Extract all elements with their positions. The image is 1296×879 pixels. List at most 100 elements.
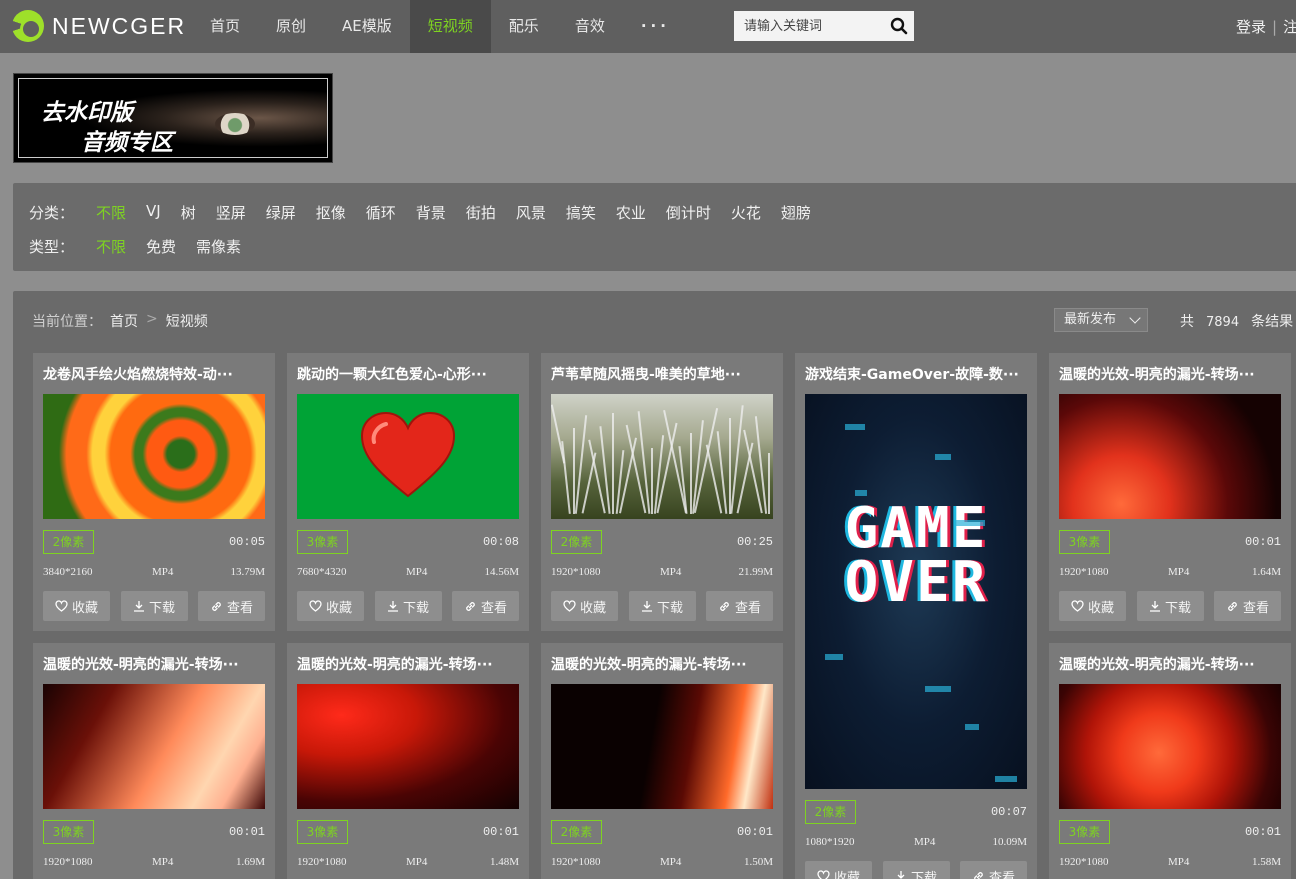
category-option[interactable]: 树 (181, 202, 196, 223)
card-title[interactable]: 龙卷风手绘火焰燃烧特效-动··· (43, 364, 265, 384)
view-button[interactable]: 查看 (198, 591, 265, 621)
type-option[interactable]: 不限 (96, 236, 126, 257)
download-label: 下载 (148, 600, 175, 616)
card-title[interactable]: 温暖的光效-明亮的漏光-转场··· (1059, 654, 1281, 674)
glitch-bar (995, 776, 1017, 782)
category-option[interactable]: 火花 (731, 202, 761, 223)
reed-stroke (619, 437, 638, 514)
pixel-cost-badge: 3像素 (1059, 530, 1110, 554)
video-format: MP4 (660, 856, 682, 868)
video-thumbnail[interactable] (551, 394, 773, 519)
category-option[interactable]: 倒计时 (666, 202, 711, 223)
favorite-button[interactable]: 收藏 (805, 861, 872, 879)
category-option[interactable]: 翅膀 (781, 202, 811, 223)
video-thumbnail[interactable] (1059, 684, 1281, 809)
category-option[interactable]: 循环 (366, 202, 396, 223)
video-thumbnail[interactable] (1059, 394, 1281, 519)
card-title[interactable]: 芦苇草随风摇曳-唯美的草地··· (551, 364, 773, 384)
category-option[interactable]: 竖屏 (216, 202, 246, 223)
video-card[interactable]: 温暖的光效-明亮的漏光-转场··· 3像素 00:01 1920*1080 MP4 1.4… (287, 643, 529, 879)
view-button[interactable]: 查看 (452, 591, 519, 621)
download-button[interactable]: 下载 (1136, 591, 1204, 621)
nav-short-video[interactable]: 短视频 (409, 0, 491, 53)
top-navbar: NEWCGER 首页 原创 AE模版 短视频 配乐 音效 ··· 登录 | 注 (0, 0, 1296, 53)
nav-original[interactable]: 原创 (258, 0, 324, 53)
category-option[interactable]: 农业 (616, 202, 646, 223)
download-button[interactable]: 下载 (882, 861, 950, 879)
category-option[interactable]: 风景 (516, 202, 546, 223)
download-button[interactable]: 下载 (628, 591, 696, 621)
glitch-bar (965, 724, 979, 730)
audio-zone-banner[interactable]: 去水印版 音频专区 (13, 73, 333, 163)
view-button[interactable]: 查看 (1214, 591, 1281, 621)
category-option[interactable]: 街拍 (466, 202, 496, 223)
favorite-button[interactable]: 收藏 (551, 591, 618, 621)
glitch-bar (845, 424, 865, 430)
breadcrumb-current[interactable]: 短视频 (166, 311, 208, 331)
video-thumbnail[interactable]: GAME OVER (805, 394, 1027, 789)
type-option[interactable]: 免费 (146, 236, 176, 257)
video-thumbnail[interactable] (551, 684, 773, 809)
video-card[interactable]: 温暖的光效-明亮的漏光-转场··· 3像素 00:01 1920*1080 MP4 1.6… (33, 643, 275, 879)
card-title[interactable]: 温暖的光效-明亮的漏光-转场··· (43, 654, 265, 674)
category-option[interactable]: 背景 (416, 202, 446, 223)
category-option[interactable]: 不限 (96, 202, 126, 223)
favorite-button[interactable]: 收藏 (43, 591, 110, 621)
view-button[interactable]: 查看 (960, 861, 1027, 879)
video-card[interactable]: 跳动的一颗大红色爱心-心形··· 3像素 00:08 7680*4320 MP4 14.5… (287, 353, 529, 631)
nav-music[interactable]: 配乐 (491, 0, 557, 53)
reed-stroke (736, 442, 754, 514)
card-actions: 收藏 下载 查看 (1059, 591, 1281, 621)
video-thumbnail[interactable] (43, 684, 265, 809)
card-title[interactable]: 游戏结束-GameOver-故障-数··· (805, 364, 1027, 384)
banner-image: 去水印版 音频专区 (18, 78, 328, 158)
pixel-cost-badge: 3像素 (1059, 820, 1110, 844)
nav-more[interactable]: ··· (623, 0, 688, 53)
video-card[interactable]: 龙卷风手绘火焰燃烧特效-动··· 2像素 00:05 3840*2160 MP4 13.7… (33, 353, 275, 631)
video-format: MP4 (152, 566, 174, 578)
card-title[interactable]: 温暖的光效-明亮的漏光-转场··· (551, 654, 773, 674)
category-option[interactable]: 抠像 (316, 202, 346, 223)
video-resolution: 1080*1920 (805, 836, 855, 848)
nav-home[interactable]: 首页 (192, 0, 258, 53)
view-label: 查看 (226, 600, 253, 616)
video-duration: 00:01 (736, 825, 773, 839)
type-option[interactable]: 需像素 (196, 236, 241, 257)
nav-sound-effects[interactable]: 音效 (557, 0, 623, 53)
video-card[interactable]: 温暖的光效-明亮的漏光-转场··· 3像素 00:01 1920*1080 MP4 1.5… (1049, 643, 1291, 879)
card-title[interactable]: 跳动的一颗大红色爱心-心形··· (297, 364, 519, 384)
video-card[interactable]: 芦苇草随风摇曳-唯美的草地··· 2像素 00:25 1920*1080 MP4 21.9… (541, 353, 783, 631)
category-option[interactable]: VJ (146, 202, 161, 223)
download-button[interactable]: 下载 (120, 591, 188, 621)
main-nav: 首页 原创 AE模版 短视频 配乐 音效 ··· (192, 0, 688, 53)
video-resolution: 7680*4320 (297, 566, 347, 578)
nav-ae-templates[interactable]: AE模版 (324, 0, 410, 53)
category-option[interactable]: 绿屏 (266, 202, 296, 223)
category-option[interactable]: 搞笑 (566, 202, 596, 223)
glitch-bar (935, 454, 951, 460)
type-label: 类型： (29, 238, 75, 256)
favorite-button[interactable]: 收藏 (297, 591, 364, 621)
search-input[interactable] (734, 11, 884, 41)
download-button[interactable]: 下载 (374, 591, 442, 621)
view-button[interactable]: 查看 (706, 591, 773, 621)
card-title[interactable]: 温暖的光效-明亮的漏光-转场··· (1059, 364, 1281, 384)
video-card[interactable]: 游戏结束-GameOver-故障-数··· GAME OVER 2像素 00:07 108… (795, 353, 1037, 879)
sort-select[interactable]: 最新发布 (1054, 308, 1148, 332)
video-thumbnail[interactable] (43, 394, 265, 519)
video-card[interactable]: 温暖的光效-明亮的漏光-转场··· 3像素 00:01 1920*1080 MP4 1.6… (1049, 353, 1291, 631)
site-logo[interactable]: NEWCGER (12, 10, 186, 42)
video-resolution: 1920*1080 (1059, 856, 1109, 868)
register-link[interactable]: 注 (1283, 18, 1296, 36)
video-thumbnail[interactable] (297, 684, 519, 809)
breadcrumb-home[interactable]: 首页 (110, 311, 138, 331)
view-label: 查看 (734, 600, 761, 616)
video-card[interactable]: 温暖的光效-明亮的漏光-转场··· 2像素 00:01 1920*1080 MP4 1.5… (541, 643, 783, 879)
login-link[interactable]: 登录 (1236, 18, 1266, 36)
favorite-button[interactable]: 收藏 (1059, 591, 1126, 621)
video-thumbnail[interactable] (297, 394, 519, 519)
search-icon[interactable] (890, 17, 908, 35)
file-size: 1.50M (743, 856, 773, 868)
card-title[interactable]: 温暖的光效-明亮的漏光-转场··· (297, 654, 519, 674)
brand-name: NEWCGER (52, 12, 187, 39)
